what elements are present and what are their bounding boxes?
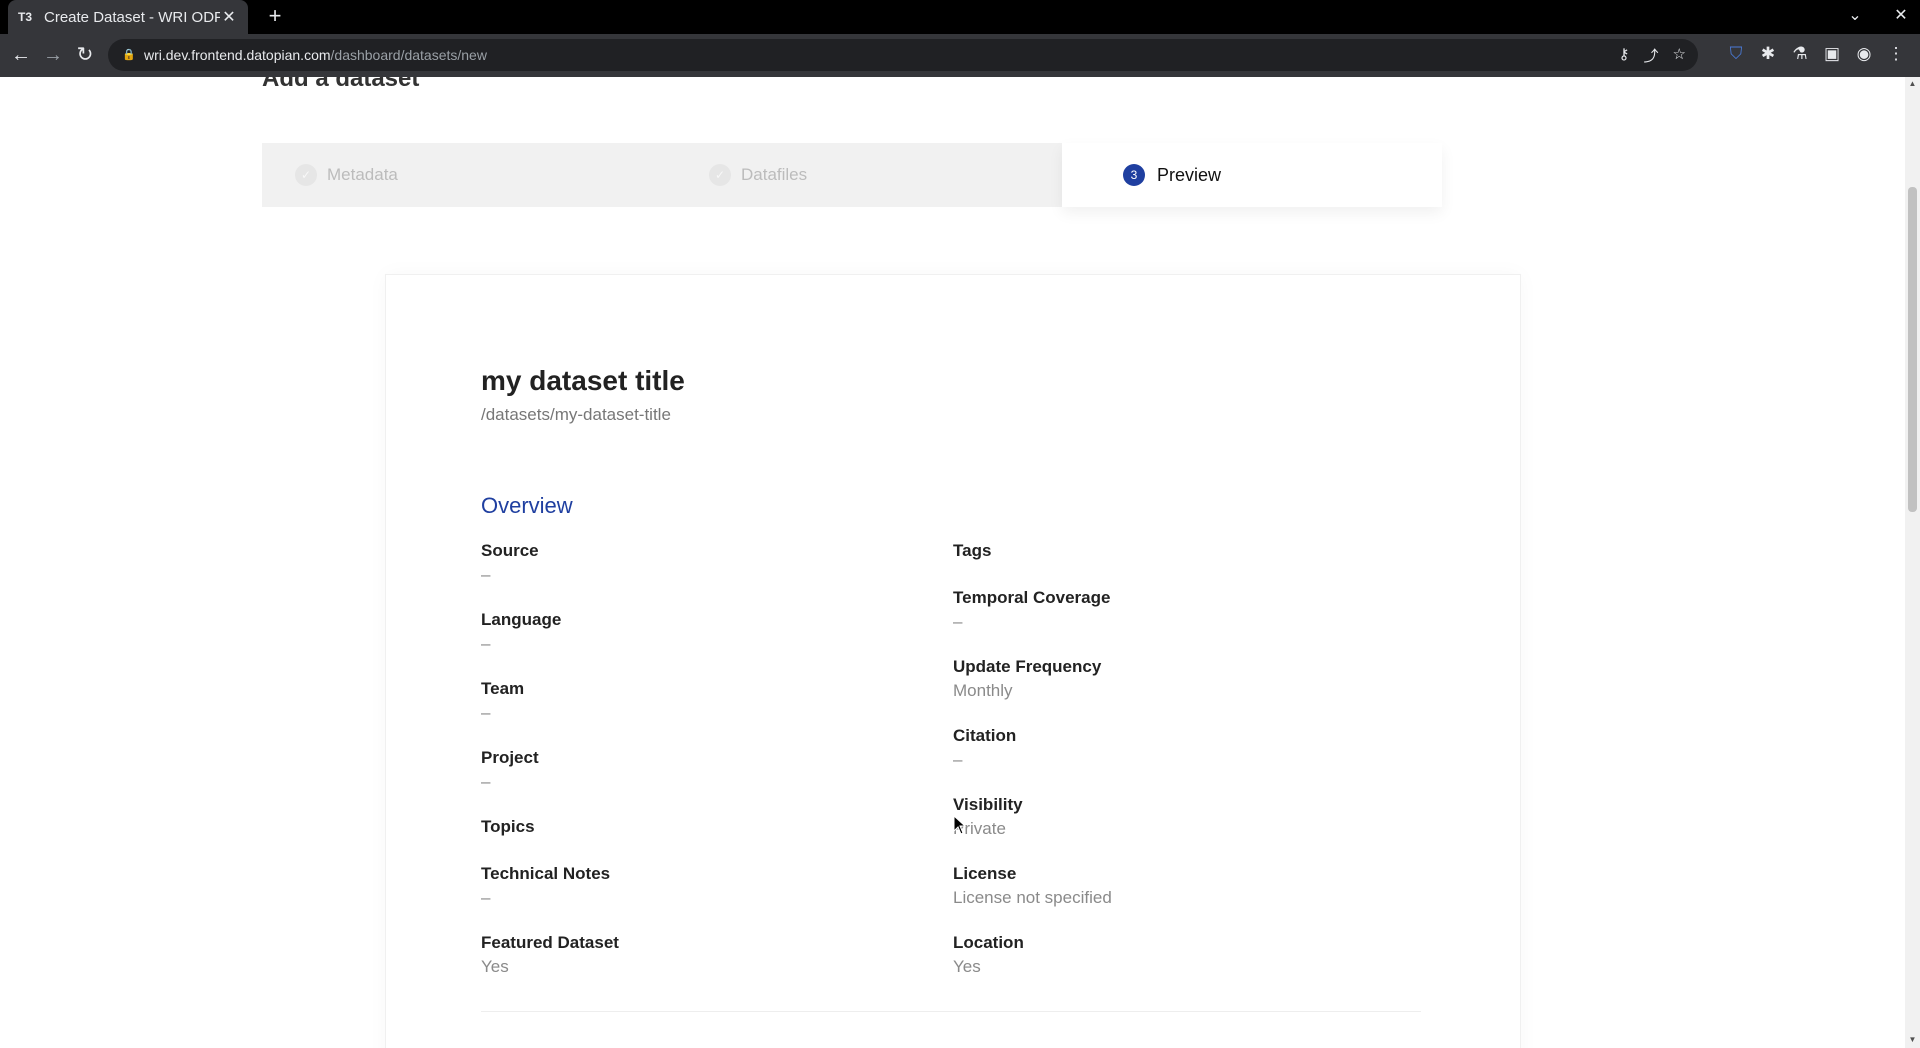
back-icon[interactable]: ← <box>8 42 34 68</box>
scrollbar-thumb[interactable] <box>1908 187 1917 512</box>
field-update-frequency: Update Frequency Monthly <box>953 657 1373 701</box>
step-number: 3 <box>1123 164 1145 186</box>
site-favicon-icon: T3 <box>18 10 33 24</box>
field-value: – <box>953 750 963 769</box>
step-label: Preview <box>1157 164 1222 185</box>
stepper-active-background <box>1062 143 1442 207</box>
page-title: Add a dataset <box>262 77 420 92</box>
browser-tab-bar: T3 Create Dataset - WRI ODP ✕ + ⌄ ✕ <box>0 0 1920 34</box>
field-label: License <box>953 864 1017 883</box>
field-value: – <box>953 612 963 631</box>
field-label: Visibility <box>953 795 1023 814</box>
page-scrollbar[interactable]: ▲ ▼ <box>1905 77 1920 1048</box>
field-label: Topics <box>481 817 535 836</box>
step-datafiles[interactable]: ✓ Datafiles <box>709 143 807 207</box>
new-tab-icon[interactable]: + <box>262 4 288 30</box>
field-value: Monthly <box>953 681 1013 700</box>
key-icon[interactable]: ⚷ <box>1619 45 1630 66</box>
field-project: Project – <box>481 748 901 792</box>
field-value: – <box>481 565 491 584</box>
field-label: Location <box>953 933 1024 952</box>
scroll-down-icon[interactable]: ▼ <box>1908 1035 1917 1044</box>
field-label: Citation <box>953 726 1017 745</box>
url-path: /dashboard/datasets/new <box>330 47 487 63</box>
step-label: Datafiles <box>741 165 808 184</box>
field-temporal-coverage: Temporal Coverage – <box>953 588 1373 632</box>
browser-toolbar: ← → ↻ 🔒 wri.dev.frontend.datopian.com/da… <box>0 34 1920 77</box>
dataset-path: /datasets/my-dataset-title <box>481 405 671 424</box>
field-citation: Citation – <box>953 726 1373 770</box>
extensions-puzzle-icon[interactable]: ✱ <box>1758 44 1778 64</box>
field-value: – <box>481 703 491 722</box>
field-label: Technical Notes <box>481 864 611 883</box>
field-value: Yes <box>953 957 981 976</box>
field-location: Location Yes <box>953 933 1373 977</box>
field-visibility: Visibility Private <box>953 795 1373 839</box>
window-close-icon[interactable]: ✕ <box>1890 5 1912 25</box>
field-value: License not specified <box>953 888 1112 907</box>
tab-title: Create Dataset - WRI ODP <box>44 8 220 26</box>
field-label: Team <box>481 679 525 698</box>
field-value: Yes <box>481 957 509 976</box>
overview-heading: Overview <box>481 493 573 518</box>
stepper-arrow-end <box>1422 143 1442 207</box>
field-label: Project <box>481 748 539 767</box>
field-tags: Tags <box>953 541 1373 565</box>
page-viewport: Add a dataset ✓ Metadata ✓ Datafiles 3 P… <box>0 77 1905 1048</box>
field-language: Language – <box>481 610 901 654</box>
field-label: Language <box>481 610 562 629</box>
step-metadata[interactable]: ✓ Metadata <box>295 143 398 207</box>
scroll-up-icon[interactable]: ▲ <box>1908 79 1917 88</box>
field-label: Temporal Coverage <box>953 588 1111 607</box>
field-value: Private <box>953 819 1006 838</box>
field-value: – <box>481 772 491 791</box>
side-panel-icon[interactable]: ▣ <box>1822 44 1842 64</box>
forward-icon[interactable]: → <box>40 42 66 68</box>
menu-kebab-icon[interactable]: ⋮ <box>1886 44 1906 64</box>
mouse-cursor-icon <box>953 815 967 835</box>
dataset-title: my dataset title <box>481 365 685 396</box>
field-value: – <box>481 888 491 907</box>
close-tab-icon[interactable]: ✕ <box>220 7 238 27</box>
browser-tab[interactable]: T3 Create Dataset - WRI ODP ✕ <box>8 0 248 34</box>
section-divider <box>481 1011 1421 1012</box>
field-team: Team – <box>481 679 901 723</box>
labs-flask-icon[interactable]: ⚗ <box>1790 44 1810 64</box>
profile-avatar-icon[interactable]: ◉ <box>1854 44 1874 64</box>
share-icon[interactable]: ⤴ <box>1644 45 1659 66</box>
field-featured-dataset: Featured Dataset Yes <box>481 933 901 977</box>
field-technical-notes: Technical Notes – <box>481 864 901 908</box>
dataset-stepper: ✓ Metadata ✓ Datafiles 3 Preview <box>262 143 1442 207</box>
bitwarden-extension-icon[interactable]: ⛉ <box>1726 44 1746 64</box>
reload-icon[interactable]: ↻ <box>72 42 98 68</box>
lock-icon: 🔒 <box>122 49 136 61</box>
field-label: Tags <box>953 541 992 560</box>
url-host: wri.dev.frontend.datopian.com <box>144 47 331 63</box>
step-label: Metadata <box>327 165 398 184</box>
check-icon: ✓ <box>709 164 731 186</box>
field-value: – <box>481 634 491 653</box>
field-label: Featured Dataset <box>481 933 619 952</box>
address-bar[interactable]: 🔒 wri.dev.frontend.datopian.com/dashboar… <box>108 39 1698 71</box>
bookmark-star-icon[interactable]: ☆ <box>1673 45 1686 66</box>
field-label: Update Frequency <box>953 657 1102 676</box>
field-label: Source <box>481 541 539 560</box>
step-preview[interactable]: 3 Preview <box>1123 143 1221 207</box>
dataset-preview-card: my dataset title /datasets/my-dataset-ti… <box>385 274 1521 1048</box>
field-source: Source – <box>481 541 901 585</box>
field-license: License License not specified <box>953 864 1373 908</box>
tab-search-chevron-icon[interactable]: ⌄ <box>1844 5 1866 25</box>
field-topics: Topics <box>481 817 901 841</box>
check-icon: ✓ <box>295 164 317 186</box>
